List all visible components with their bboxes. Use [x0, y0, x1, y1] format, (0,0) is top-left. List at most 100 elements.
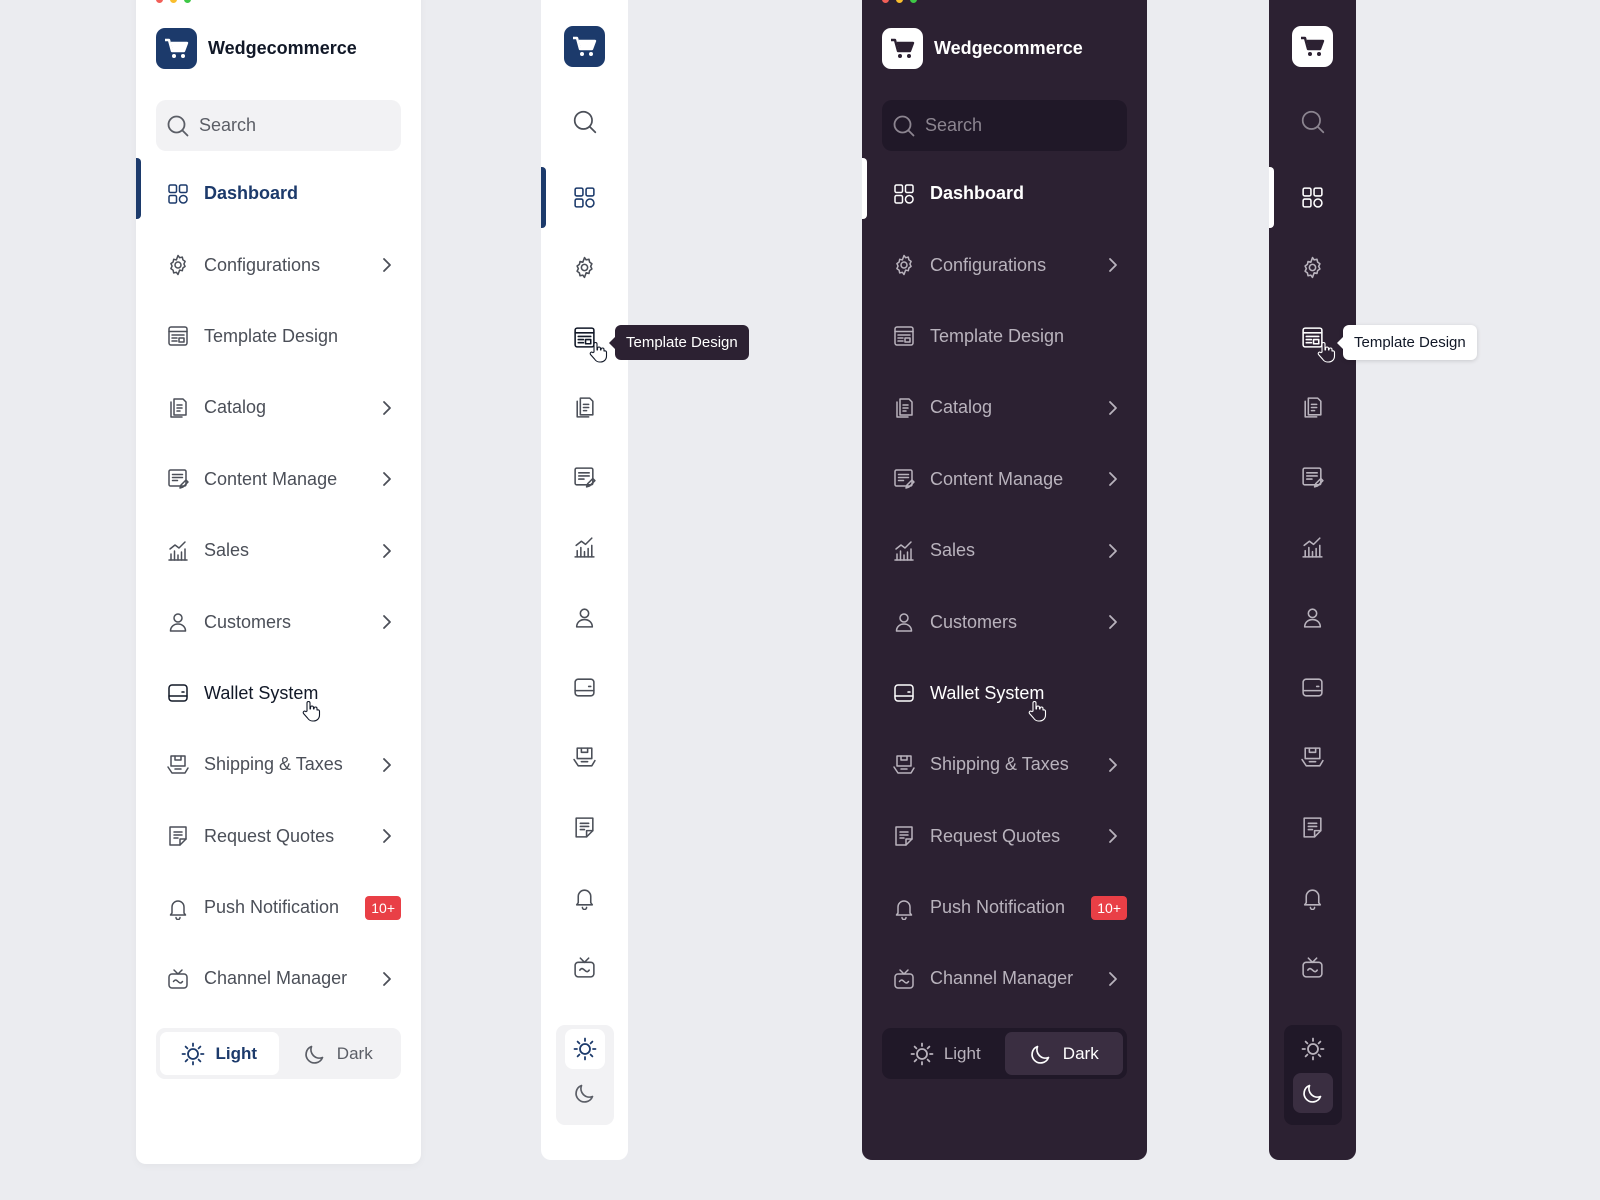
sidebar-item-wallet-system[interactable]: Wallet System	[136, 658, 421, 729]
theme-light-button[interactable]: Light	[160, 1032, 279, 1075]
sidebar-item-request-quotes[interactable]	[1269, 807, 1356, 847]
sidebar-item-customers[interactable]	[541, 597, 628, 637]
shipping-box-icon	[1300, 745, 1325, 770]
sidebar-item-catalog[interactable]	[1269, 387, 1356, 427]
sidebar-item-label: Template Design	[204, 325, 339, 346]
brand[interactable]: Wedgecommerce	[882, 28, 1083, 69]
sidebar-dark-collapsed	[1269, 0, 1356, 1160]
sun-icon	[910, 1042, 934, 1066]
moon-icon	[1029, 1042, 1053, 1066]
minimize-dot[interactable]	[170, 0, 177, 3]
search-button[interactable]	[1269, 102, 1356, 142]
sidebar-item-sales[interactable]	[541, 527, 628, 567]
theme-dark-button[interactable]: Dark	[1004, 1032, 1123, 1075]
theme-switch: Light Dark	[156, 1028, 401, 1079]
sidebar-item-sales[interactable]: Sales	[136, 515, 421, 586]
maximize-dot[interactable]	[910, 0, 917, 3]
wallet-icon	[890, 679, 918, 707]
sidebar-item-catalog[interactable]: Catalog	[136, 372, 421, 443]
sidebar-item-catalog[interactable]	[541, 387, 628, 427]
sidebar-item-label: Channel Manager	[204, 968, 348, 989]
close-dot[interactable]	[156, 0, 163, 3]
sidebar-item-label: Configurations	[204, 254, 321, 275]
chevron-right-icon	[375, 610, 421, 634]
maximize-dot[interactable]	[184, 0, 191, 3]
chevron-right-icon	[375, 967, 421, 991]
sidebar-item-request-quotes[interactable]	[541, 807, 628, 847]
sidebar-item-push-notification[interactable]: Push Notification 10+	[862, 872, 1147, 943]
sidebar-item-dashboard[interactable]: Dashboard	[862, 158, 1147, 229]
sidebar-item-label: Sales	[204, 540, 250, 561]
sidebar-item-sales[interactable]: Sales	[862, 515, 1147, 586]
content-icon	[1300, 465, 1325, 490]
gear-icon	[890, 251, 918, 279]
sidebar-item-channel-manager[interactable]: Channel Manager	[136, 943, 421, 1014]
theme-light-button[interactable]	[565, 1029, 605, 1069]
active-indicator	[541, 167, 546, 228]
sidebar-item-customers[interactable]	[1269, 597, 1356, 637]
sidebar-item-shipping-and-taxes[interactable]	[541, 737, 628, 777]
sidebar-item-shipping-and-taxes[interactable]: Shipping & Taxes	[862, 729, 1147, 800]
catalog-icon	[164, 394, 192, 422]
sidebar-item-template-design[interactable]: Template Design	[862, 301, 1147, 372]
theme-dark-button[interactable]	[1293, 1073, 1333, 1113]
theme-light-button[interactable]	[1293, 1029, 1333, 1069]
sidebar-item-content-manage[interactable]: Content Manage	[136, 444, 421, 515]
sidebar-item-configurations[interactable]: Configurations	[862, 229, 1147, 300]
theme-light-button[interactable]: Light	[886, 1032, 1005, 1075]
sidebar-item-configurations[interactable]	[541, 247, 628, 287]
search-input[interactable]: Search	[156, 100, 401, 151]
sidebar-item-content-manage[interactable]	[541, 457, 628, 497]
sidebar-item-channel-manager[interactable]: Channel Manager	[862, 943, 1147, 1014]
cart-logo-icon[interactable]	[1292, 26, 1333, 67]
theme-dark-label: Dark	[336, 1043, 373, 1063]
sidebar-item-sales[interactable]	[1269, 527, 1356, 567]
close-dot[interactable]	[882, 0, 889, 3]
theme-switch	[1284, 1025, 1342, 1125]
tv-icon	[890, 965, 918, 993]
sidebar-item-catalog[interactable]: Catalog	[862, 372, 1147, 443]
sidebar-item-push-notification[interactable]	[541, 877, 628, 917]
sidebar-item-label: Shipping & Taxes	[930, 754, 1069, 775]
theme-light-label: Light	[215, 1043, 258, 1063]
sidebar-item-dashboard[interactable]: Dashboard	[136, 158, 421, 229]
sidebar-item-wallet-system[interactable]: Wallet System	[862, 658, 1147, 729]
sidebar-item-request-quotes[interactable]: Request Quotes	[862, 801, 1147, 872]
sidebar-item-shipping-and-taxes[interactable]: Shipping & Taxes	[136, 729, 421, 800]
sidebar-item-dashboard[interactable]	[1269, 167, 1356, 228]
sidebar-item-dashboard[interactable]	[541, 167, 628, 228]
tv-icon	[572, 955, 597, 980]
theme-dark-button[interactable]: Dark	[279, 1032, 398, 1075]
shipping-box-icon	[572, 745, 597, 770]
sidebar-item-configurations[interactable]: Configurations	[136, 229, 421, 300]
search-button[interactable]	[541, 102, 628, 142]
sidebar-item-shipping-and-taxes[interactable]	[1269, 737, 1356, 777]
sidebar-item-channel-manager[interactable]	[1269, 947, 1356, 987]
sidebar-item-wallet-system[interactable]	[541, 667, 628, 707]
sidebar-item-wallet-system[interactable]	[1269, 667, 1356, 707]
sidebar-item-customers[interactable]: Customers	[862, 586, 1147, 657]
theme-switch	[556, 1025, 614, 1125]
sidebar-item-request-quotes[interactable]: Request Quotes	[136, 801, 421, 872]
tooltip-template-design: Template Design	[1337, 325, 1477, 360]
sidebar-item-push-notification[interactable]	[1269, 877, 1356, 917]
minimize-dot[interactable]	[896, 0, 903, 3]
brand-name: Wedgecommerce	[208, 38, 357, 58]
sidebar-item-customers[interactable]: Customers	[136, 586, 421, 657]
brand-name: Wedgecommerce	[934, 38, 1083, 58]
window-controls	[882, 0, 917, 3]
sidebar-item-content-manage[interactable]: Content Manage	[862, 444, 1147, 515]
chevron-right-icon	[1101, 753, 1147, 777]
catalog-icon	[1300, 395, 1325, 420]
pointer-cursor-icon	[1027, 700, 1047, 722]
sidebar-item-template-design[interactable]: Template Design	[136, 301, 421, 372]
brand[interactable]: Wedgecommerce	[156, 28, 357, 69]
gear-icon	[164, 251, 192, 279]
sidebar-item-channel-manager[interactable]	[541, 947, 628, 987]
search-input[interactable]: Search	[882, 100, 1127, 151]
theme-dark-button[interactable]	[565, 1073, 605, 1113]
cart-logo-icon[interactable]	[564, 26, 605, 67]
sidebar-item-configurations[interactable]	[1269, 247, 1356, 287]
sidebar-item-push-notification[interactable]: Push Notification 10+	[136, 872, 421, 943]
sidebar-item-content-manage[interactable]	[1269, 457, 1356, 497]
